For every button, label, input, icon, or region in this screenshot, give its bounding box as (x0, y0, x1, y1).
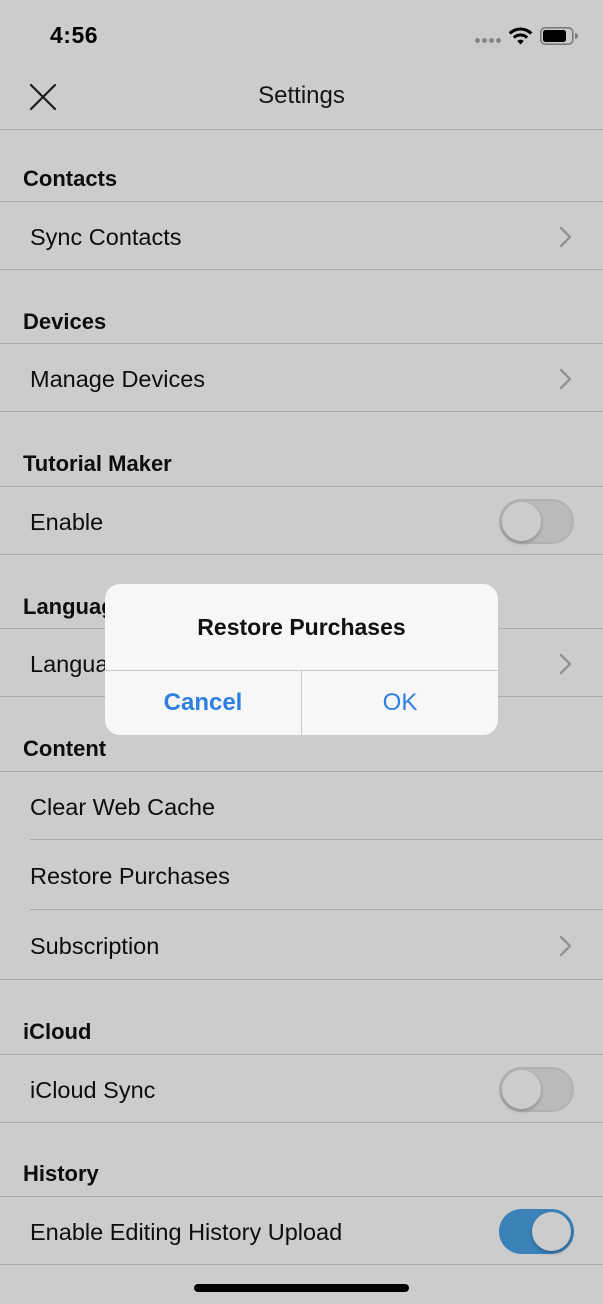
home-indicator (194, 1284, 409, 1292)
restore-purchases-alert: Restore Purchases Cancel OK (105, 584, 498, 735)
cancel-button[interactable]: Cancel (105, 671, 301, 735)
alert-title: Restore Purchases (197, 614, 406, 640)
ok-button[interactable]: OK (302, 671, 498, 735)
settings-screen: 4:56 Settings Contacts Sync Contacts Dev… (0, 0, 603, 1304)
